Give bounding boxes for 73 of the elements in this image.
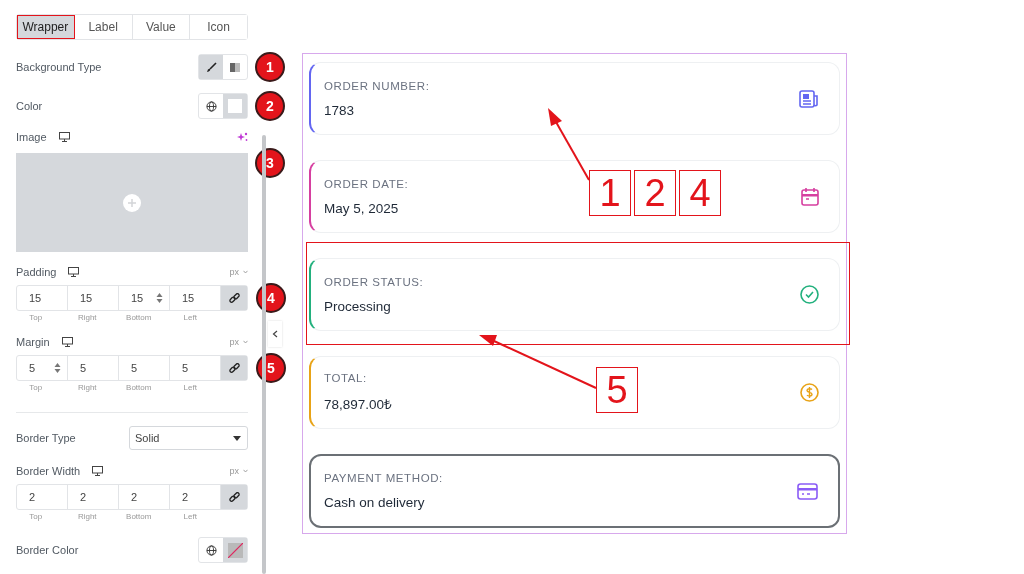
dimension-input[interactable]: 15 bbox=[17, 286, 68, 310]
setting-label: Border Type bbox=[16, 432, 76, 444]
color-swatch[interactable] bbox=[228, 99, 242, 113]
globe-icon[interactable] bbox=[205, 100, 217, 112]
brush-icon[interactable] bbox=[205, 61, 217, 73]
monitor-icon[interactable] bbox=[92, 466, 104, 476]
border-type-select[interactable]: Solid bbox=[129, 426, 248, 450]
card-label: ORDER NUMBER: bbox=[324, 79, 430, 92]
no-color-swatch[interactable] bbox=[227, 542, 243, 558]
dimension-input[interactable]: 15 bbox=[119, 286, 170, 310]
dimension-input[interactable]: 5 bbox=[17, 356, 68, 380]
color-control[interactable] bbox=[198, 537, 248, 563]
link-button[interactable] bbox=[221, 286, 247, 310]
card-value: Processing bbox=[324, 298, 392, 314]
link-icon bbox=[228, 362, 240, 374]
dimension-input[interactable]: 2 bbox=[119, 485, 170, 509]
setting-label: Margin bbox=[16, 336, 50, 348]
dimension-input[interactable]: 15 bbox=[68, 286, 119, 310]
dimension-caption: Right bbox=[76, 512, 98, 523]
tab[interactable]: Wrapper bbox=[17, 15, 75, 39]
dimension-caption: Bottom bbox=[125, 512, 153, 523]
link-icon bbox=[228, 292, 240, 304]
link-button[interactable] bbox=[221, 356, 247, 380]
dimension-input[interactable]: 5 bbox=[119, 356, 170, 380]
dimension-caption: Left bbox=[182, 383, 198, 394]
monitor-icon[interactable] bbox=[68, 267, 80, 277]
dimension-caption: Top bbox=[28, 512, 44, 523]
step-badge: 1 bbox=[255, 52, 285, 82]
setting-label: Border Color bbox=[16, 544, 79, 556]
dimension-caption: Top bbox=[28, 313, 44, 324]
choice-control[interactable] bbox=[198, 54, 248, 80]
dimension-caption: Right bbox=[76, 383, 98, 394]
link-button[interactable] bbox=[221, 485, 247, 509]
card-value: 1783 bbox=[324, 102, 356, 118]
card-value: Cash on delivery bbox=[324, 495, 426, 510]
dimension-caption: Left bbox=[182, 512, 198, 523]
step-badge: 2 bbox=[255, 91, 285, 121]
globe-icon[interactable] bbox=[205, 544, 217, 556]
monitor-icon[interactable] bbox=[61, 337, 73, 347]
gradient-icon[interactable] bbox=[230, 62, 240, 72]
spinner-icon[interactable] bbox=[156, 292, 163, 304]
card-label: TOTAL: bbox=[324, 372, 368, 384]
dimension-caption: Bottom bbox=[125, 313, 153, 324]
collapse-button[interactable] bbox=[268, 321, 282, 347]
dimension-caption: Right bbox=[76, 313, 98, 324]
spinner-icon[interactable] bbox=[54, 362, 61, 374]
dimension-input[interactable]: 2 bbox=[68, 485, 119, 509]
link-icon bbox=[228, 491, 240, 503]
sparkle-icon[interactable] bbox=[237, 131, 248, 143]
card-label: ORDER STATUS: bbox=[324, 275, 424, 288]
scrollbar-thumb[interactable] bbox=[262, 135, 266, 574]
card-label: PAYMENT METHOD: bbox=[324, 472, 443, 484]
setting-label: Padding bbox=[16, 266, 57, 278]
setting-label: Border Width bbox=[16, 465, 81, 477]
chevron-left-icon bbox=[272, 330, 278, 338]
card-label: ORDER DATE: bbox=[324, 177, 409, 190]
callout-number: 5 bbox=[596, 367, 638, 413]
callout-number: 1 bbox=[589, 170, 631, 216]
dimension-caption: Top bbox=[28, 383, 44, 394]
dimension-input[interactable]: 5 bbox=[68, 356, 119, 380]
setting-label: Background Type bbox=[16, 61, 102, 73]
monitor-icon[interactable] bbox=[58, 132, 70, 142]
dimension-caption: Bottom bbox=[125, 383, 153, 394]
callout-number: 4 bbox=[679, 170, 721, 216]
callout-number: 2 bbox=[634, 170, 676, 216]
dimension-caption: Left bbox=[182, 313, 198, 324]
color-control[interactable] bbox=[198, 93, 248, 119]
caret-icon bbox=[233, 435, 241, 441]
dimension-input[interactable]: 2 bbox=[17, 485, 68, 509]
card-value: 78,897.00₺ bbox=[324, 396, 393, 413]
setting-label: Color bbox=[16, 100, 43, 112]
card-value: May 5, 2025 bbox=[324, 200, 400, 216]
setting-label: Image bbox=[16, 131, 47, 143]
